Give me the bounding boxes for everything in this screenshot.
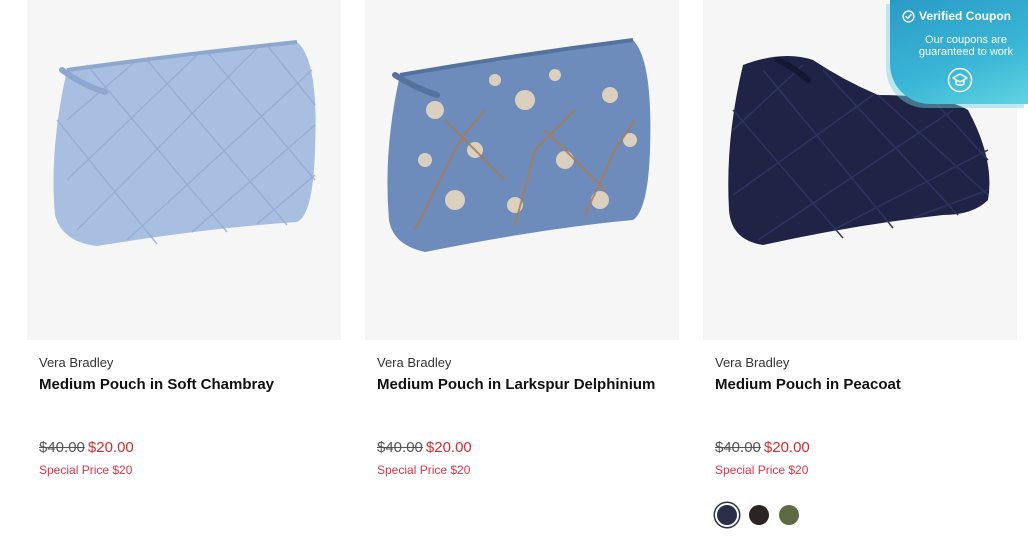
product-title[interactable]: Medium Pouch in Soft Chambray xyxy=(39,376,274,393)
swatch-peacoat[interactable] xyxy=(715,503,739,527)
product-brand: Vera Bradley xyxy=(715,355,790,370)
special-price-label: Special Price $20 xyxy=(715,463,809,477)
product-price: $40.00 $20.00 xyxy=(39,439,134,456)
badge-description: Our coupons are guaranteed to work xyxy=(918,34,1014,58)
product-title[interactable]: Medium Pouch in Peacoat xyxy=(715,376,901,393)
pouch-image xyxy=(53,40,316,246)
product-price: $40.00 $20.00 xyxy=(715,439,810,456)
pouch-image xyxy=(387,38,651,252)
sale-price: $20.00 xyxy=(87,439,134,456)
graduation-cap-icon xyxy=(947,67,973,93)
swatch-black[interactable] xyxy=(749,505,769,525)
color-swatches xyxy=(715,503,799,527)
original-price: $40.00 xyxy=(377,439,423,456)
product-image[interactable] xyxy=(365,0,679,340)
swatch-olive[interactable] xyxy=(779,505,799,525)
product-card[interactable]: Vera Bradley Medium Pouch in Larkspur De… xyxy=(365,0,679,477)
badge-title: Verified Coupon xyxy=(919,9,1012,23)
product-image[interactable] xyxy=(27,0,341,340)
special-price-label: Special Price $20 xyxy=(39,463,133,477)
product-brand: Vera Bradley xyxy=(377,355,452,370)
sale-price: $20.00 xyxy=(425,439,472,456)
check-circle-icon xyxy=(902,9,915,23)
special-price-label: Special Price $20 xyxy=(377,463,471,477)
product-brand: Vera Bradley xyxy=(39,355,114,370)
product-title[interactable]: Medium Pouch in Larkspur Delphinium xyxy=(377,376,655,393)
sale-price: $20.00 xyxy=(763,439,810,456)
original-price: $40.00 xyxy=(39,439,85,456)
original-price: $40.00 xyxy=(715,439,761,456)
product-price: $40.00 $20.00 xyxy=(377,439,472,456)
badge-header: Verified Coupon xyxy=(902,9,1011,23)
product-card[interactable]: Vera Bradley Medium Pouch in Soft Chambr… xyxy=(27,0,341,477)
verified-coupon-badge[interactable]: Verified Coupon Our coupons are guarante… xyxy=(890,0,1028,104)
